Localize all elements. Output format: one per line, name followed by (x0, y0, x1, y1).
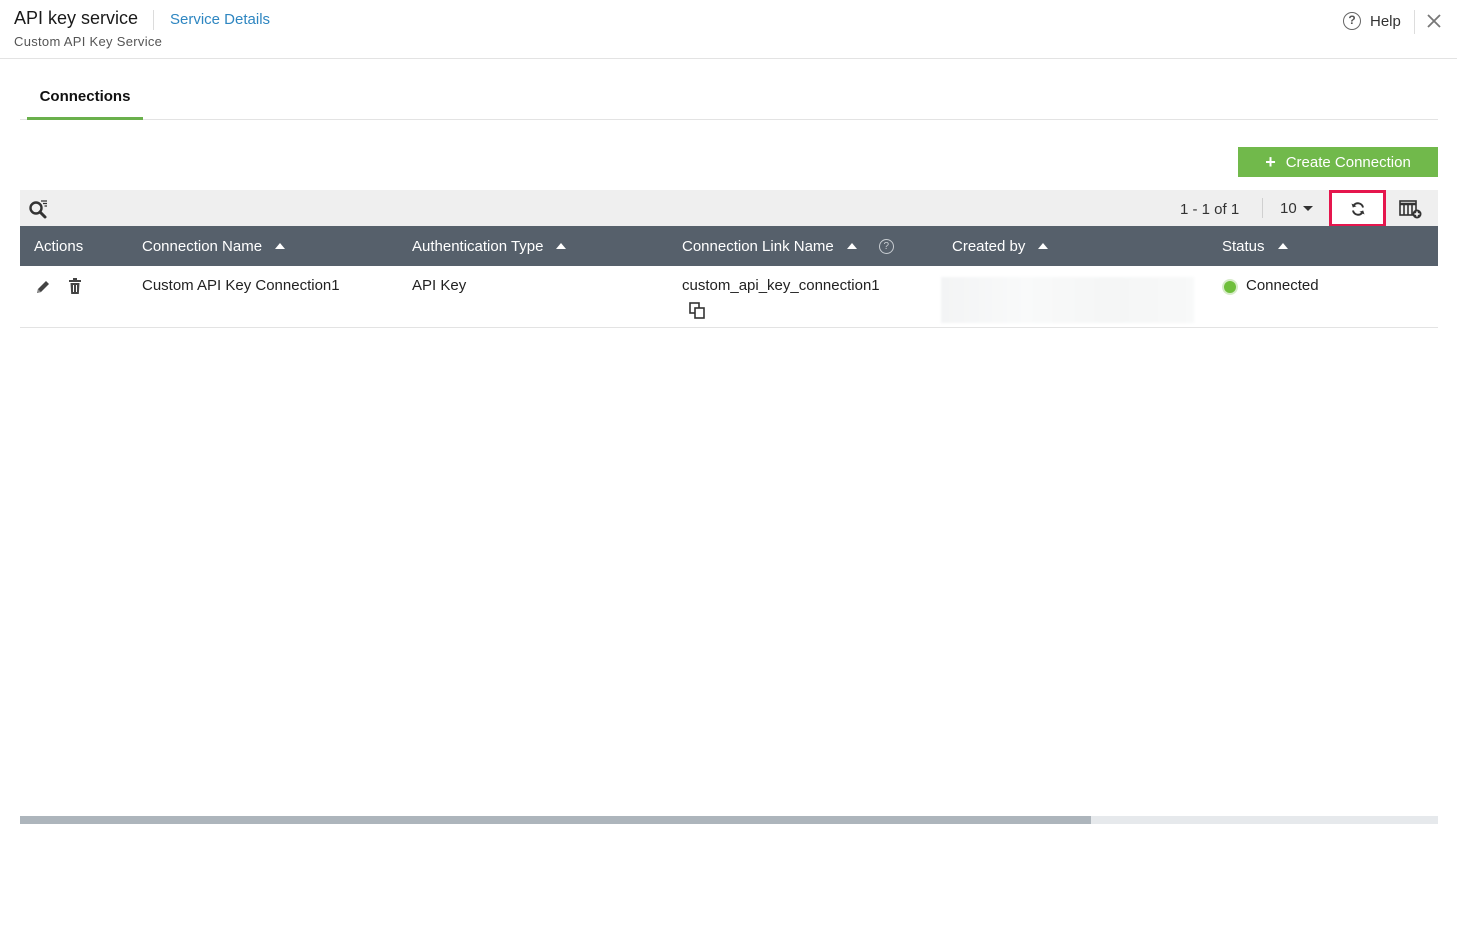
search-filter-button[interactable] (28, 198, 50, 220)
create-connection-label: Create Connection (1285, 153, 1411, 171)
delete-button[interactable] (67, 277, 83, 296)
scrollbar-thumb[interactable] (20, 816, 1091, 824)
sort-ascending-icon (556, 243, 567, 249)
created-by-cell-redacted (941, 277, 1194, 323)
column-label: Connection Name (142, 237, 263, 255)
tab-bar: Connections (20, 78, 1438, 120)
search-filter-icon (29, 200, 47, 219)
manage-columns-button[interactable] (1398, 198, 1424, 220)
column-header-authentication-type[interactable]: Authentication Type (412, 226, 567, 266)
table-header: Actions Connection Name Authentication T… (20, 226, 1438, 266)
help-button[interactable]: ? Help (1343, 12, 1401, 30)
auth-type-cell: API Key (412, 277, 467, 294)
tab-connections[interactable]: Connections (27, 78, 143, 120)
column-label: Created by (952, 237, 1026, 255)
header-divider (1414, 10, 1415, 34)
column-header-actions: Actions (34, 226, 83, 266)
sort-ascending-icon (846, 243, 857, 249)
column-label: Connection Link Name (682, 237, 834, 255)
status-cell: Connected (1246, 277, 1319, 294)
column-label: Actions (34, 237, 84, 255)
close-icon (1427, 14, 1441, 28)
column-label: Status (1222, 237, 1265, 255)
pagination-summary: 1 - 1 of 1 (1180, 201, 1240, 218)
create-connection-button[interactable]: + Create Connection (1238, 147, 1438, 177)
refresh-button[interactable] (1329, 190, 1386, 227)
sort-ascending-icon (275, 243, 286, 249)
trash-icon (69, 278, 81, 294)
refresh-icon (1351, 201, 1364, 216)
column-header-status[interactable]: Status (1222, 226, 1288, 266)
column-header-connection-name[interactable]: Connection Name (142, 226, 286, 266)
column-header-connection-link-name[interactable]: Connection Link Name ? (682, 226, 894, 266)
connection-name-cell: Custom API Key Connection1 (142, 277, 340, 294)
table-toolbar: 1 - 1 of 1 10 (20, 190, 1438, 227)
table-row: Custom API Key Connection1 API Key custo… (20, 266, 1438, 328)
service-details-link[interactable]: Service Details (170, 11, 270, 28)
help-icon: ? (1343, 12, 1361, 30)
page-header: API key service Service Details Custom A… (0, 0, 1457, 59)
app-title: API key service (14, 8, 139, 28)
chevron-down-icon (1302, 206, 1313, 211)
plus-icon: + (1265, 152, 1276, 172)
edit-button[interactable] (34, 278, 52, 296)
pencil-icon (37, 281, 49, 293)
close-button[interactable] (1424, 10, 1444, 32)
copy-link-name-button[interactable] (688, 301, 708, 321)
copy-icon (689, 302, 705, 319)
title-divider (153, 10, 154, 30)
page-size-select[interactable]: 10 (1280, 200, 1313, 217)
column-header-created-by[interactable]: Created by (952, 226, 1049, 266)
help-icon[interactable]: ? (878, 238, 894, 254)
column-label: Authentication Type (412, 237, 544, 255)
sort-ascending-icon (1038, 243, 1049, 249)
columns-add-icon (1399, 200, 1422, 219)
page-size-value: 10 (1280, 200, 1297, 217)
sort-ascending-icon (1277, 243, 1288, 249)
horizontal-scrollbar[interactable] (20, 816, 1438, 824)
service-subtitle: Custom API Key Service (14, 34, 163, 49)
help-label: Help (1370, 12, 1401, 30)
status-dot-icon (1224, 281, 1236, 293)
toolbar-divider (1262, 198, 1263, 218)
link-name-cell: custom_api_key_connection1 (682, 277, 880, 294)
